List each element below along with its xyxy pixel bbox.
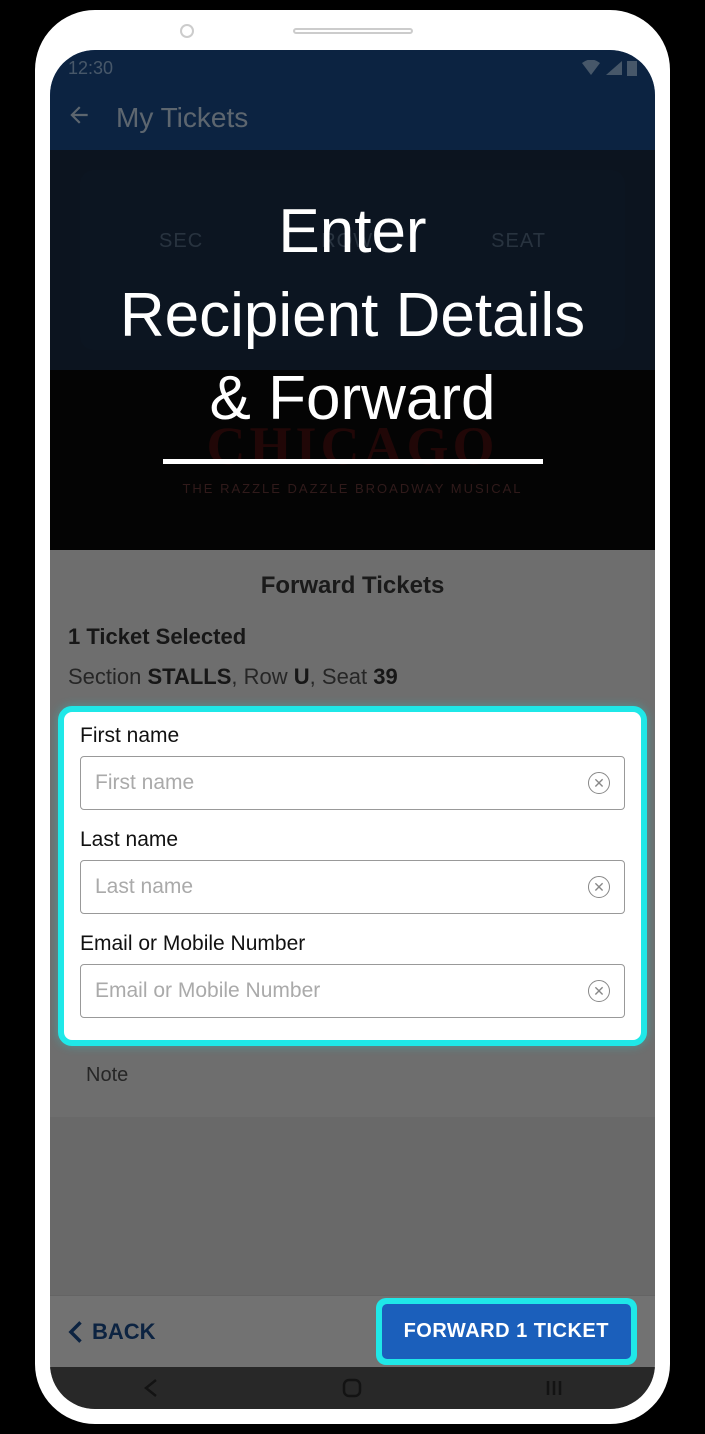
clear-last-name-icon[interactable]: ✕ — [588, 876, 610, 898]
first-name-label: First name — [80, 724, 625, 748]
status-bar: 12:30 — [50, 50, 655, 86]
phone-earpiece — [293, 28, 413, 34]
nav-back-icon[interactable] — [140, 1377, 162, 1399]
chevron-left-icon — [68, 1321, 82, 1343]
seat-summary: Section STALLS, Row U, Seat 39 — [68, 664, 637, 690]
signal-icon — [605, 60, 623, 76]
nav-home-icon[interactable] — [341, 1377, 363, 1399]
battery-icon — [627, 60, 637, 76]
panel-title: Forward Tickets — [68, 572, 637, 600]
forward-button-highlight: FORWARD 1 TICKET — [376, 1298, 637, 1365]
seat-label: SEAT — [491, 230, 546, 253]
show-title: CHICAGO — [50, 415, 655, 477]
first-name-input[interactable] — [95, 771, 588, 795]
ticket-card: SEC ROW SEAT — [80, 170, 625, 350]
tickets-selected: 1 Ticket Selected — [68, 624, 637, 650]
recipient-form: First name ✕ Last name ✕ Email or Mobile… — [58, 706, 647, 1046]
ticket-hero: SEC ROW SEAT CHICAGO THE RAZZLE DAZZLE B… — [50, 150, 655, 550]
last-name-label: Last name — [80, 828, 625, 852]
screen: 12:30 My Tickets SEC ROW SEAT — [50, 50, 655, 1409]
contact-input[interactable] — [95, 979, 588, 1003]
wifi-icon — [581, 60, 601, 76]
back-arrow-icon[interactable] — [66, 102, 92, 135]
phone-speaker-dot — [180, 24, 194, 38]
android-nav-bar — [50, 1367, 655, 1409]
forward-panel: Forward Tickets 1 Ticket Selected Sectio… — [50, 550, 655, 1117]
contact-label: Email or Mobile Number — [80, 932, 625, 956]
row-label: ROW — [321, 230, 373, 253]
app-bar: My Tickets — [50, 86, 655, 150]
status-icons — [581, 60, 637, 76]
status-time: 12:30 — [68, 58, 113, 79]
nav-recents-icon[interactable] — [543, 1377, 565, 1399]
forward-ticket-button[interactable]: FORWARD 1 TICKET — [382, 1304, 631, 1359]
phone-frame: 12:30 My Tickets SEC ROW SEAT — [35, 10, 670, 1424]
show-artwork: CHICAGO THE RAZZLE DAZZLE BROADWAY MUSIC… — [50, 370, 655, 550]
clear-contact-icon[interactable]: ✕ — [588, 980, 610, 1002]
last-name-input[interactable] — [95, 875, 588, 899]
page-title: My Tickets — [116, 102, 248, 134]
bottom-bar: BACK FORWARD 1 TICKET — [50, 1295, 655, 1367]
show-subtitle: THE RAZZLE DAZZLE BROADWAY MUSICAL — [50, 481, 655, 496]
back-button[interactable]: BACK — [68, 1319, 156, 1345]
note-label: Note — [68, 1046, 637, 1105]
sec-label: SEC — [159, 230, 203, 253]
clear-first-name-icon[interactable]: ✕ — [588, 772, 610, 794]
